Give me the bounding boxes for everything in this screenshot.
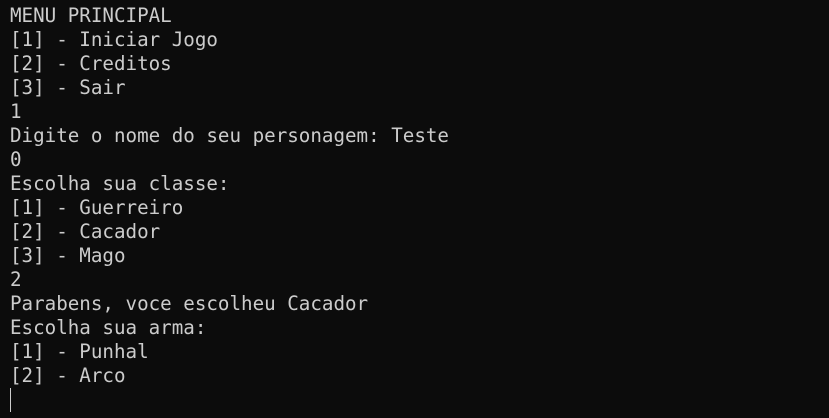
- terminal-line-option-warrior: [1] - Guerreiro: [10, 196, 184, 219]
- terminal-line-name-prompt: Digite o nome do seu personagem: Teste: [10, 124, 449, 147]
- terminal-line-option-mage: [3] - Mago: [10, 244, 126, 267]
- terminal-line-option-dagger: [1] - Punhal: [10, 340, 149, 363]
- terminal-window[interactable]: MENU PRINCIPAL [1] - Iniciar Jogo [2] - …: [0, 0, 829, 418]
- terminal-line-option-credits: [2] - Creditos: [10, 52, 172, 75]
- terminal-output: MENU PRINCIPAL [1] - Iniciar Jogo [2] - …: [10, 4, 449, 388]
- terminal-line-class-confirmation: Parabens, voce escolheu Cacador: [10, 292, 369, 315]
- terminal-line-user-input: 2: [10, 268, 22, 291]
- terminal-line-output: 0: [10, 148, 22, 171]
- terminal-line-option-start-game: [1] - Iniciar Jogo: [10, 28, 218, 51]
- text-cursor[interactable]: [10, 388, 11, 412]
- terminal-line-user-input: 1: [10, 100, 22, 123]
- terminal-line-option-exit: [3] - Sair: [10, 76, 126, 99]
- terminal-line-menu-title: MENU PRINCIPAL: [10, 4, 172, 27]
- terminal-line-option-hunter: [2] - Cacador: [10, 220, 161, 243]
- terminal-line-weapon-prompt: Escolha sua arma:: [10, 316, 207, 339]
- terminal-line-class-prompt: Escolha sua classe:: [10, 172, 230, 195]
- terminal-line-option-bow: [2] - Arco: [10, 364, 126, 387]
